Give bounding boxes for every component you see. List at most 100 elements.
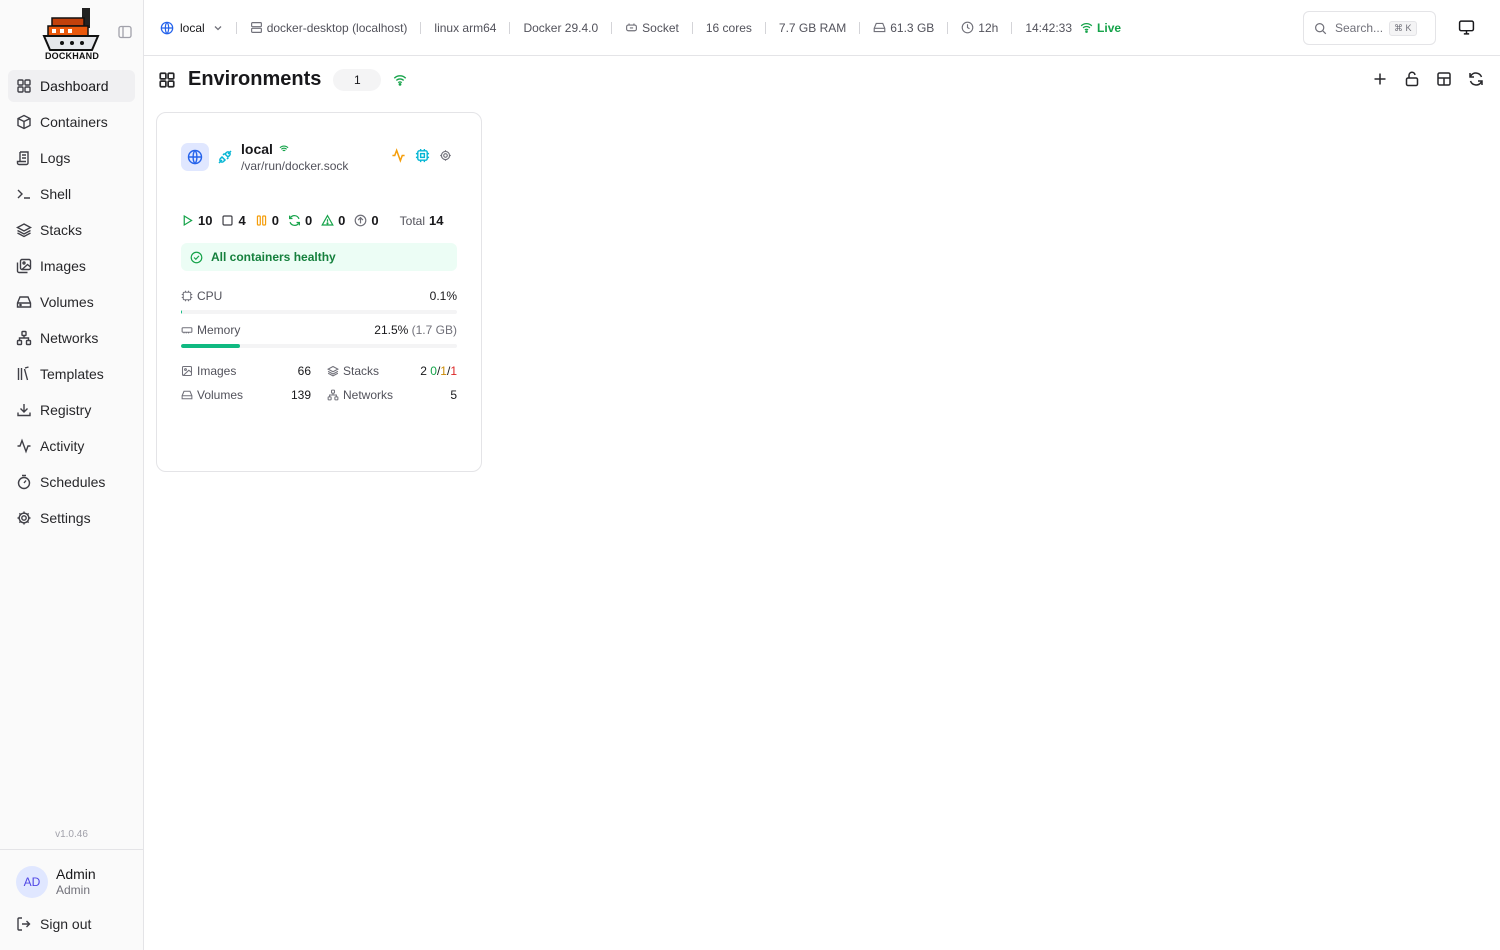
user-name: Admin bbox=[56, 866, 96, 882]
search-shortcut: ⌘ K bbox=[1389, 20, 1417, 36]
plug-icon bbox=[626, 23, 638, 32]
sidebar-item-label: Settings bbox=[40, 510, 91, 526]
layout-grid-icon bbox=[159, 71, 175, 88]
volumes-count: Volumes 139 bbox=[181, 388, 311, 402]
sidebar-item-stacks[interactable]: Stacks bbox=[8, 214, 135, 246]
monitor-icon[interactable] bbox=[1458, 19, 1475, 36]
cpu-progress-bar bbox=[181, 310, 457, 314]
clock-display: 14:42:33 bbox=[1025, 21, 1072, 35]
download-icon bbox=[17, 404, 31, 417]
sidebar-item-networks[interactable]: Networks bbox=[8, 322, 135, 354]
sidebar-item-label: Networks bbox=[40, 330, 99, 346]
stat-restarting-value: 0 bbox=[304, 213, 313, 228]
lock-open-icon[interactable] bbox=[1404, 71, 1420, 87]
wifi-icon bbox=[1080, 22, 1093, 33]
memory-value: 21.5% (1.7 GB) bbox=[374, 323, 457, 337]
networks-value: 5 bbox=[450, 388, 457, 402]
box-icon bbox=[17, 114, 31, 130]
stacks-stopped: 1 bbox=[450, 364, 457, 378]
refresh-icon[interactable] bbox=[1468, 71, 1484, 87]
stat-pending-value: 0 bbox=[371, 213, 379, 228]
divider bbox=[611, 21, 613, 34]
plug-connected-icon bbox=[218, 150, 232, 164]
library-icon bbox=[17, 366, 29, 381]
sidebar-item-logs[interactable]: Logs bbox=[8, 142, 135, 174]
layout-icon[interactable] bbox=[1436, 71, 1452, 87]
host-name: docker-desktop (localhost) bbox=[266, 20, 408, 35]
sidebar-item-label: Containers bbox=[40, 114, 108, 130]
memory-percent: 21.5% bbox=[374, 323, 409, 337]
app-version: v1.0.46 bbox=[55, 829, 88, 840]
hard-drive-icon bbox=[873, 22, 886, 33]
sidebar-item-label: Templates bbox=[40, 366, 104, 382]
sidebar-item-volumes[interactable]: Volumes bbox=[8, 286, 135, 318]
memory-detail: (1.7 GB) bbox=[411, 323, 457, 337]
docker-version: Docker 29.4.0 bbox=[523, 21, 598, 35]
server-icon bbox=[250, 22, 262, 33]
square-icon bbox=[222, 215, 234, 226]
sidebar-item-registry[interactable]: Registry bbox=[8, 394, 135, 426]
ram-info: 7.7 GB RAM bbox=[779, 21, 846, 35]
search-placeholder: Search... bbox=[1335, 21, 1384, 35]
divider bbox=[1011, 21, 1013, 34]
stacks-label: Stacks bbox=[343, 364, 380, 378]
stat-restarting: 0 bbox=[288, 213, 312, 228]
sidebar-item-dashboard[interactable]: Dashboard bbox=[8, 70, 135, 102]
platform-text: linux arm64 bbox=[434, 20, 497, 35]
arrow-up-circle-icon bbox=[355, 214, 367, 227]
divider bbox=[235, 21, 237, 34]
sidebar-item-settings[interactable]: Settings bbox=[8, 502, 135, 534]
sidebar-item-activity[interactable]: Activity bbox=[8, 430, 135, 462]
hard-drive-icon bbox=[16, 296, 32, 308]
logo-row: DOCKHAND bbox=[0, 0, 143, 68]
layout-grid-icon bbox=[17, 79, 31, 93]
search-input[interactable]: Search... ⌘ K bbox=[1303, 11, 1436, 45]
user-profile[interactable]: AD Admin Admin bbox=[16, 866, 96, 898]
images-icon bbox=[16, 258, 32, 274]
environment-name: local bbox=[241, 141, 348, 157]
activity-icon[interactable] bbox=[391, 148, 406, 163]
health-status-banner: All containers healthy bbox=[181, 243, 457, 271]
connection-info: Socket bbox=[625, 21, 679, 35]
page-header: Environments 1 bbox=[158, 68, 407, 91]
cpu-icon[interactable] bbox=[415, 148, 430, 163]
globe-icon bbox=[187, 149, 203, 165]
platform-info: linux arm64 bbox=[434, 21, 496, 35]
sidebar-item-images[interactable]: Images bbox=[8, 250, 135, 282]
networks-count: Networks 5 bbox=[327, 388, 457, 402]
sidebar-item-label: Volumes bbox=[40, 294, 94, 310]
images-value: 66 bbox=[297, 364, 311, 378]
sidebar-item-label: Schedules bbox=[40, 474, 106, 490]
sidebar-item-label: Images bbox=[40, 258, 86, 274]
gear-icon[interactable] bbox=[439, 149, 452, 162]
environment-card[interactable]: local /var/run/docker.sock 10 4 0 0 0 0 … bbox=[156, 112, 482, 472]
cpu-value: 0.1% bbox=[429, 289, 457, 303]
alert-triangle-icon bbox=[321, 214, 334, 226]
stacks-running: 0 bbox=[430, 364, 437, 378]
sidebar-item-schedules[interactable]: Schedules bbox=[8, 466, 135, 498]
divider bbox=[0, 849, 143, 850]
avatar: AD bbox=[16, 866, 48, 898]
stacks-count: Stacks 2 0/1/1 bbox=[327, 364, 457, 378]
stat-paused: 0 bbox=[255, 213, 279, 228]
gear-icon bbox=[17, 511, 31, 525]
sign-out-button[interactable]: Sign out bbox=[16, 916, 91, 932]
memory-progress-fill bbox=[181, 344, 241, 348]
live-indicator[interactable]: Live bbox=[1080, 21, 1121, 35]
sidebar-item-label: Dashboard bbox=[40, 78, 109, 94]
memory-label-text: Memory bbox=[197, 323, 241, 337]
environment-select[interactable]: local bbox=[160, 21, 223, 35]
memory-metric: Memory 21.5% (1.7 GB) bbox=[181, 323, 457, 348]
connection-text: Socket bbox=[642, 20, 679, 35]
sidebar-item-containers[interactable]: Containers bbox=[8, 106, 135, 138]
sidebar-collapse-icon[interactable] bbox=[117, 24, 133, 40]
refresh-icon bbox=[288, 215, 300, 226]
disk-text: 61.3 GB bbox=[890, 20, 935, 35]
page-actions bbox=[1356, 71, 1484, 87]
sidebar-item-templates[interactable]: Templates bbox=[8, 358, 135, 390]
plus-icon[interactable] bbox=[1372, 71, 1388, 87]
cores-text: 16 cores bbox=[705, 20, 752, 35]
sidebar-item-shell[interactable]: Shell bbox=[8, 178, 135, 210]
health-status-text: All containers healthy bbox=[211, 250, 336, 264]
images-count: Images 66 bbox=[181, 364, 311, 378]
